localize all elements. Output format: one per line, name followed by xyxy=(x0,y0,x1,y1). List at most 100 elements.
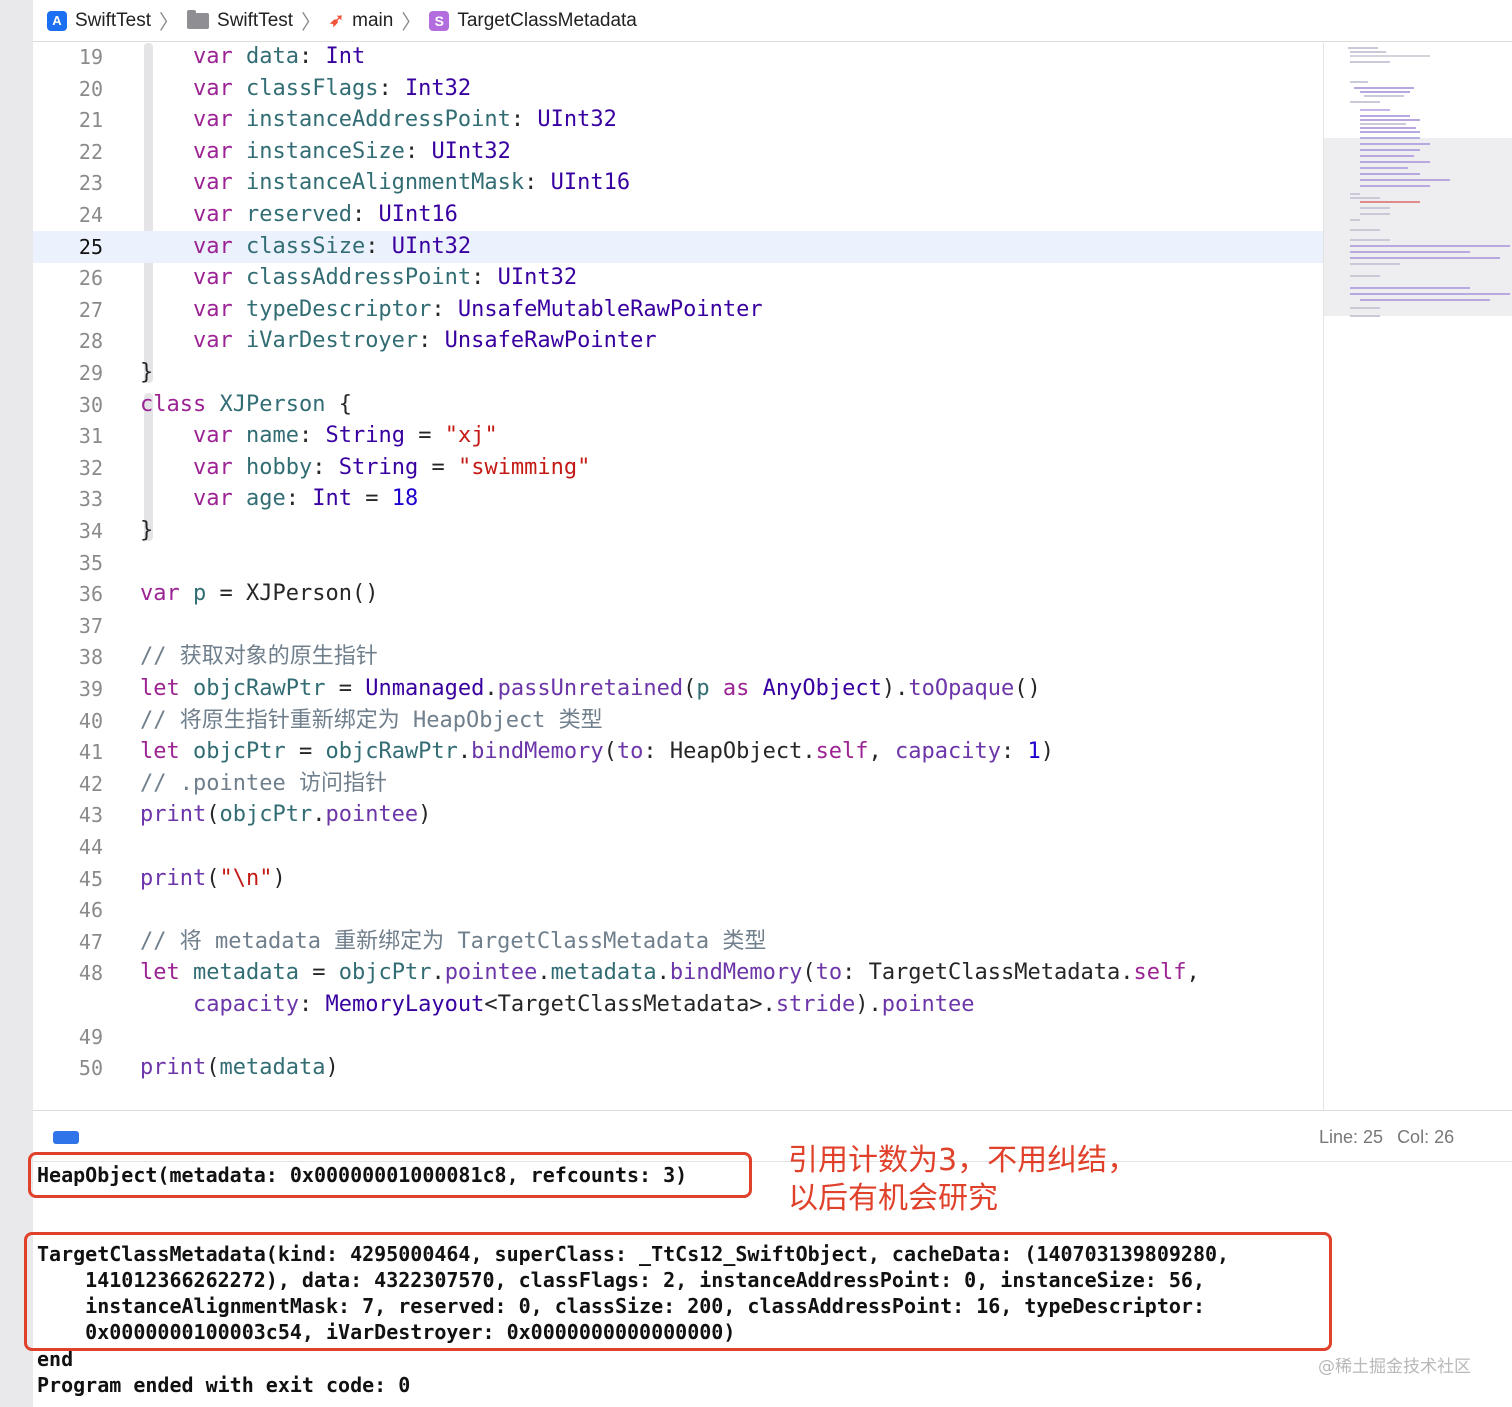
code-line[interactable]: 30 class XJPerson { xyxy=(33,389,1323,421)
code-token: ). xyxy=(855,992,882,1017)
code-token: classSize xyxy=(245,234,366,259)
code-token: print xyxy=(140,1055,207,1080)
code-token: passUnretained xyxy=(497,676,684,701)
breadcrumb-project[interactable]: A SwiftTest xyxy=(47,10,151,32)
code-token: // 获取对象的原生指针 xyxy=(140,644,378,669)
code-line[interactable]: 27 var typeDescriptor: UnsafeMutableRawP… xyxy=(33,294,1323,326)
code-editor[interactable]: 19 var data: Int 20 var classFlags: Int32… xyxy=(33,43,1323,1110)
code-line[interactable]: 33 var age: Int = 18 xyxy=(33,483,1323,515)
code-line[interactable]: 50 print(metadata) xyxy=(33,1052,1323,1084)
code-token: classAddressPoint xyxy=(245,265,472,290)
code-token: } xyxy=(140,518,154,543)
code-line[interactable]: 22 var instanceSize: UInt32 xyxy=(33,136,1323,168)
code-line[interactable]: 38 // 获取对象的原生指针 xyxy=(33,641,1323,673)
code-token: { xyxy=(325,392,352,417)
minimap-visible-region[interactable] xyxy=(1324,138,1512,316)
code-line[interactable]: 36 var p = XJPerson() xyxy=(33,578,1323,610)
breadcrumb-symbol[interactable]: S TargetClassMetadata xyxy=(429,10,637,32)
code-line[interactable]: 26 var classAddressPoint: UInt32 xyxy=(33,262,1323,294)
code-text: var typeDescriptor: UnsafeMutableRawPoin… xyxy=(140,294,763,326)
code-line[interactable]: 46 xyxy=(33,894,1323,926)
code-line[interactable]: 48 let metadata = objcPtr.pointee.metadat… xyxy=(33,957,1323,989)
minimap-code-line xyxy=(1360,167,1408,169)
code-token: UInt32 xyxy=(497,265,578,290)
code-line[interactable]: 20 var classFlags: Int32 xyxy=(33,73,1323,105)
code-line[interactable]: 44 xyxy=(33,831,1323,863)
line-number: 32 xyxy=(78,456,103,480)
breadcrumb: A SwiftTest 〉 SwiftTest 〉 ➶ main 〉 S Tar… xyxy=(33,0,1512,42)
minimap-code-line xyxy=(1350,61,1390,63)
line-number: 31 xyxy=(78,424,103,448)
cursor-col: Col: 26 xyxy=(1397,1127,1455,1147)
code-token: : xyxy=(378,76,405,101)
line-number: 23 xyxy=(78,171,103,195)
code-token: : xyxy=(1001,739,1028,764)
code-token: var xyxy=(192,455,233,480)
code-line[interactable]: 42 // .pointee 访问指针 xyxy=(33,768,1323,800)
code-line[interactable]: 25 var classSize: UInt32 xyxy=(33,231,1323,263)
minimap-code-line xyxy=(1360,155,1414,157)
code-line[interactable]: 24 var reserved: UInt16 xyxy=(33,199,1323,231)
code-token: instanceAlignmentMask xyxy=(245,170,525,195)
code-token: : xyxy=(404,139,432,164)
minimap-code-line xyxy=(1360,213,1390,215)
code-line[interactable]: 37 xyxy=(33,610,1323,642)
code-line[interactable]: 49 xyxy=(33,1021,1323,1053)
code-text: var instanceSize: UInt32 xyxy=(140,136,511,168)
code-text: var name: String = "xj" xyxy=(140,420,498,452)
cursor-position: Line: 25 Col: 26 xyxy=(1319,1127,1468,1148)
code-line[interactable]: 34} xyxy=(33,515,1323,547)
code-line[interactable]: 45 print("\n") xyxy=(33,863,1323,895)
code-token: let xyxy=(140,676,180,701)
code-token: : xyxy=(510,107,538,132)
console-toggle-button[interactable] xyxy=(53,1131,79,1144)
code-token: objcPtr xyxy=(219,802,313,827)
code-line[interactable]: 39 let objcRawPtr = Unmanaged.passUnretai… xyxy=(33,673,1323,705)
breadcrumb-file[interactable]: ➶ main xyxy=(329,10,393,32)
code-line[interactable]: 31 var name: String = "xj" xyxy=(33,420,1323,452)
code-token: // 将原生指针重新绑定为 HeapObject 类型 xyxy=(140,708,603,733)
code-token: data xyxy=(245,44,299,69)
code-line[interactable]: 32 var hobby: String = "swimming" xyxy=(33,452,1323,484)
code-token: ). xyxy=(881,676,909,701)
code-line[interactable]: 47 // 将 metadata 重新绑定为 TargetClassMetadat… xyxy=(33,926,1323,958)
xcode-project-icon: A xyxy=(47,10,67,31)
code-line[interactable]: 23 var instanceAlignmentMask: UInt16 xyxy=(33,167,1323,199)
breadcrumb-folder[interactable]: SwiftTest xyxy=(187,9,293,32)
code-token: . xyxy=(457,739,472,764)
code-line[interactable]: 43 print(objcPtr.pointee) xyxy=(33,799,1323,831)
code-line[interactable]: 21 var instanceAddressPoint: UInt32 xyxy=(33,104,1323,136)
minimap[interactable] xyxy=(1323,43,1512,1110)
code-token: metadata xyxy=(550,960,657,985)
code-line[interactable]: 28 var iVarDestroyer: UnsafeRawPointer xyxy=(33,325,1323,357)
code-line[interactable]: 19 var data: Int xyxy=(33,43,1323,73)
code-token: String xyxy=(338,455,419,480)
code-line[interactable]: 40 // 将原生指针重新绑定为 HeapObject 类型 xyxy=(33,705,1323,737)
code-token: bindMemory xyxy=(669,960,803,985)
minimap-code-line xyxy=(1360,109,1390,111)
line-number: 49 xyxy=(78,1025,103,1049)
line-number: 48 xyxy=(78,961,103,985)
code-token: var xyxy=(192,423,233,448)
line-number: 40 xyxy=(78,709,103,733)
minimap-code-line xyxy=(1350,257,1500,259)
minimap-code-line xyxy=(1350,293,1510,295)
code-token: pointee xyxy=(881,992,975,1017)
line-number: 20 xyxy=(78,77,103,101)
code-token: . xyxy=(656,960,670,985)
code-token: objcRawPtr xyxy=(193,676,326,701)
code-line[interactable]: capacity: MemoryLayout<TargetClassMetada… xyxy=(33,989,1323,1021)
code-line[interactable]: 35 xyxy=(33,547,1323,579)
code-token: var xyxy=(192,202,233,227)
code-token: to xyxy=(616,739,644,764)
code-line[interactable]: 29} xyxy=(33,357,1323,389)
code-token: var xyxy=(192,328,233,353)
code-token: toOpaque xyxy=(908,676,1015,701)
code-line[interactable]: 41 let objcPtr = objcRawPtr.bindMemory(to… xyxy=(33,736,1323,768)
